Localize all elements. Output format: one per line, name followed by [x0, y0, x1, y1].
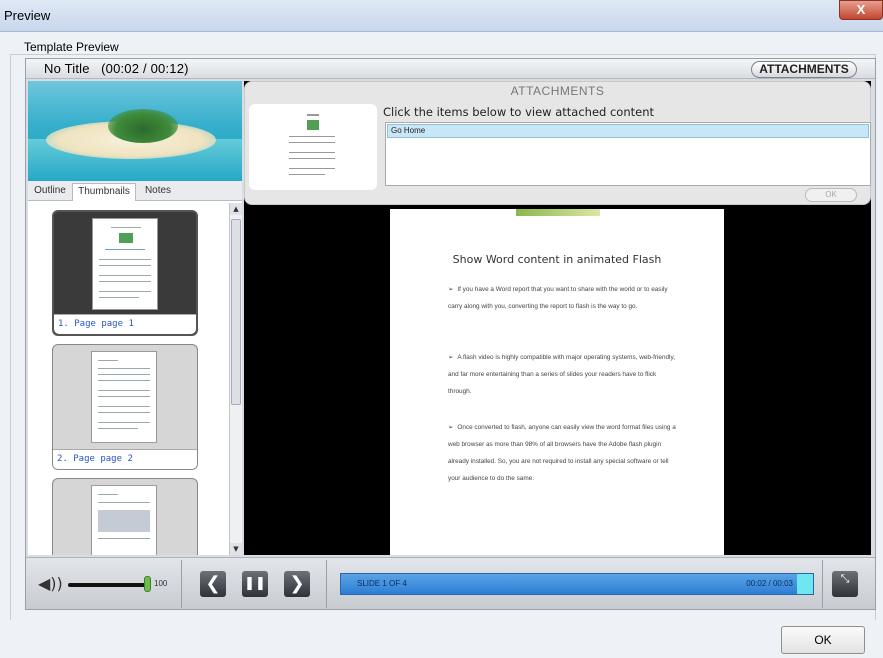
close-button[interactable]: X [839, 0, 883, 20]
sidebar-tabs: Outline Thumbnails Notes [28, 181, 242, 201]
page-preview [91, 485, 157, 555]
thumbnail-item-3[interactable] [52, 478, 198, 555]
presentation-title: No Title (00:02 / 00:12) [44, 61, 189, 76]
bullet-marker-icon: ➢ [448, 354, 454, 361]
previous-slide-button[interactable]: ❮ [200, 571, 226, 597]
time-readout: (00:02 / 00:12) [101, 61, 189, 76]
ok-button[interactable]: OK [781, 626, 865, 654]
thumbnail-item-1[interactable]: 1. Page page 1 [52, 210, 198, 336]
volume-slider-handle[interactable] [144, 576, 151, 592]
bullet-marker-icon: ➢ [448, 286, 454, 293]
progress-time: 00:02 / 00:03 [746, 579, 793, 588]
tab-thumbnails[interactable]: Thumbnails [72, 183, 136, 201]
thumbnail-item-2[interactable]: 2. Page page 2 [52, 344, 198, 470]
volume-value: 100 [154, 579, 168, 588]
scroll-down-arrow-icon[interactable]: ▼ [230, 543, 242, 555]
slide-bullet-2: ➢ A flash video is highly compatible with… [448, 354, 675, 395]
progress-bar[interactable]: SLIDE 1 OF 4 00:02 / 00:03 [340, 573, 814, 595]
volume-icon[interactable]: ◀)) [38, 574, 63, 593]
slide-title: Show Word content in animated Flash [452, 253, 662, 266]
player-header: No Title (00:02 / 00:12) ATTACHMENTS [26, 59, 875, 79]
slide-counter: SLIDE 1 OF 4 [357, 579, 407, 588]
next-slide-button[interactable]: ❯ [284, 571, 310, 597]
attachments-list: Go Home [385, 122, 871, 186]
scroll-thumb[interactable] [231, 219, 241, 405]
page-preview [92, 218, 158, 310]
bullet-marker-icon: ➢ [448, 424, 454, 431]
thumbnail-caption: 2. Page page 2 [53, 449, 197, 469]
pause-button[interactable]: ❚❚ [242, 571, 268, 597]
scroll-up-arrow-icon[interactable]: ▲ [230, 203, 242, 215]
attachments-title: ATTACHMENTS [510, 84, 605, 98]
title-bar: Preview X [0, 0, 883, 32]
sidebar-panel: Outline Thumbnails Notes 1. Page page 1 [28, 81, 242, 555]
window-title: Preview [4, 8, 51, 23]
thumbnail-caption: 1. Page page 1 [54, 314, 196, 334]
tab-outline[interactable]: Outline [31, 183, 69, 201]
thumbnail-scrollbar[interactable]: ▲ ▼ [229, 203, 242, 555]
attachment-item-go-home[interactable]: Go Home [387, 124, 869, 138]
attachments-button[interactable]: ATTACHMENTS [751, 61, 857, 78]
island-logo-image [28, 81, 242, 181]
fullscreen-icon[interactable]: ⤡ [832, 571, 858, 597]
flash-player: No Title (00:02 / 00:12) ATTACHMENTS Out… [25, 58, 876, 610]
slide-bullet-1: ➢ If you have a Word report that you want… [448, 286, 668, 310]
tab-notes[interactable]: Notes [140, 183, 176, 201]
attachment-preview [249, 104, 377, 190]
attachments-panel: ATTACHMENTS Click the items below to vie… [244, 81, 871, 205]
group-label: Template Preview [24, 40, 119, 54]
slide-bullet-3: ➢ Once converted to flash, anyone can eas… [448, 424, 676, 482]
progress-bar-end [797, 574, 813, 594]
page-preview [91, 351, 157, 443]
slide-banner-image [516, 209, 600, 216]
volume-slider[interactable] [68, 583, 146, 587]
slide-page: Show Word content in animated Flash ➢ If … [390, 209, 724, 555]
title-text: No Title [44, 61, 90, 76]
attachments-ok-button[interactable]: OK [805, 188, 857, 202]
thumbnail-list: 1. Page page 1 2. Page page 2 [28, 202, 242, 555]
attachments-instruction: Click the items below to view attached c… [383, 105, 655, 119]
playback-control-bar: ◀)) 100 ❮ ❚❚ ❯ SLIDE 1 OF 4 00:02 / 00:0… [26, 557, 875, 609]
